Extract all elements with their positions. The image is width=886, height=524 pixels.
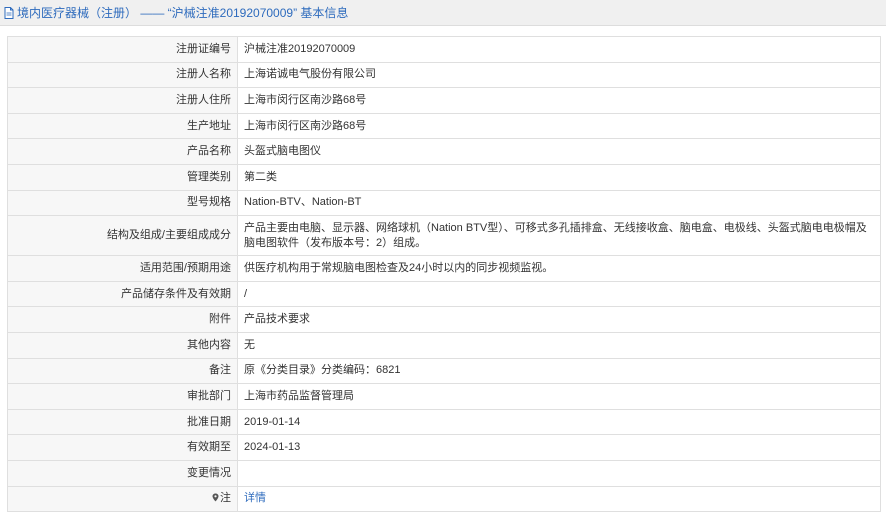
row-label: 附件	[7, 306, 238, 333]
table-row: 结构及组成/主要组成成分 产品主要由电脑、显示器、网络球机（Nation BTV…	[7, 215, 881, 257]
row-label: 其他内容	[7, 331, 238, 359]
note-row: 注 详情	[7, 485, 881, 513]
table-row: 附件 产品技术要求	[7, 306, 881, 333]
row-value	[237, 459, 881, 487]
note-label-cell: 注	[7, 485, 238, 513]
page-header: 境内医疗器械（注册） —— “沪械注准20192070009” 基本信息	[0, 0, 886, 26]
row-label: 注册人名称	[7, 61, 238, 89]
pin-icon	[212, 493, 219, 502]
table-row: 产品名称 头盔式脑电图仪	[7, 138, 881, 165]
table-row: 注册证编号 沪械注准20192070009	[7, 36, 881, 63]
row-label: 有效期至	[7, 434, 238, 461]
row-label: 适用范围/预期用途	[7, 255, 238, 282]
row-value: 沪械注准20192070009	[237, 36, 881, 63]
row-value: 上海市闵行区南沙路68号	[237, 87, 881, 114]
row-label: 注册人住所	[7, 87, 238, 114]
table-row: 管理类别 第二类	[7, 163, 881, 191]
row-value: 产品技术要求	[237, 306, 881, 333]
table-row: 注册人名称 上海诺诚电气股份有限公司	[7, 61, 881, 89]
table-row: 有效期至 2024-01-13	[7, 434, 881, 461]
row-value: 头盔式脑电图仪	[237, 138, 881, 165]
table-row: 产品储存条件及有效期 /	[7, 280, 881, 308]
row-value: Nation-BTV、Nation-BT	[237, 189, 881, 217]
page-title: 境内医疗器械（注册） —— “沪械注准20192070009” 基本信息	[17, 6, 349, 20]
table-row: 批准日期 2019-01-14	[7, 408, 881, 436]
row-label: 管理类别	[7, 163, 238, 191]
table-row: 生产地址 上海市闵行区南沙路68号	[7, 112, 881, 140]
row-label: 注册证编号	[7, 36, 238, 63]
row-value: 原《分类目录》分类编码：6821	[237, 357, 881, 385]
row-label: 产品名称	[7, 138, 238, 165]
row-label: 结构及组成/主要组成成分	[7, 215, 238, 257]
row-value: 产品主要由电脑、显示器、网络球机（Nation BTV型）、可移式多孔插排盒、无…	[237, 215, 881, 257]
document-icon	[4, 6, 14, 19]
row-label: 备注	[7, 357, 238, 385]
row-value: 上海市闵行区南沙路68号	[237, 112, 881, 140]
details-link[interactable]: 详情	[244, 492, 266, 504]
table-row: 审批部门 上海市药品监督管理局	[7, 383, 881, 410]
info-table: 注册证编号 沪械注准20192070009 注册人名称 上海诺诚电气股份有限公司…	[7, 36, 881, 513]
table-row: 注册人住所 上海市闵行区南沙路68号	[7, 87, 881, 114]
table-row: 变更情况	[7, 459, 881, 487]
table-row: 其他内容 无	[7, 331, 881, 359]
row-label: 型号规格	[7, 189, 238, 217]
row-value: 第二类	[237, 163, 881, 191]
row-label: 产品储存条件及有效期	[7, 280, 238, 308]
row-label: 批准日期	[7, 408, 238, 436]
row-label: 审批部门	[7, 383, 238, 410]
row-value: 2019-01-14	[237, 408, 881, 436]
table-row: 备注 原《分类目录》分类编码：6821	[7, 357, 881, 385]
row-value: 2024-01-13	[237, 434, 881, 461]
note-label: 注	[220, 492, 231, 505]
row-value: 上海诺诚电气股份有限公司	[237, 61, 881, 89]
table-row: 型号规格 Nation-BTV、Nation-BT	[7, 189, 881, 217]
row-label: 变更情况	[7, 459, 238, 487]
row-label: 生产地址	[7, 112, 238, 140]
row-value: /	[237, 280, 881, 308]
table-row: 适用范围/预期用途 供医疗机构用于常规脑电图检查及24小时以内的同步视频监视。	[7, 255, 881, 282]
row-value: 上海市药品监督管理局	[237, 383, 881, 410]
row-value: 供医疗机构用于常规脑电图检查及24小时以内的同步视频监视。	[237, 255, 881, 282]
note-value: 详情	[237, 485, 881, 513]
row-value: 无	[237, 331, 881, 359]
